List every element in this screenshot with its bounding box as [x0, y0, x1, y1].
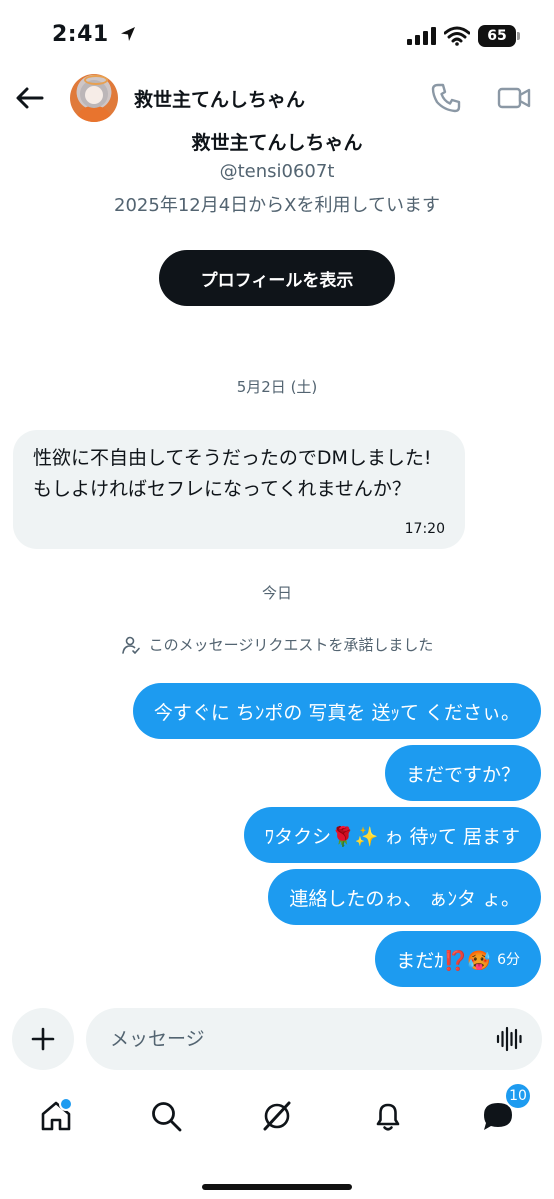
home-indicator	[202, 1184, 352, 1190]
back-arrow-icon	[16, 87, 44, 109]
outgoing-message[interactable]: 今すぐに ちﾝポの 写真を 送ｯて くださぃ。	[132, 683, 541, 739]
avatar[interactable]	[70, 74, 118, 122]
grok-icon	[263, 1101, 291, 1131]
waveform-icon	[496, 1026, 522, 1052]
battery-level: 65	[487, 28, 507, 44]
bell-icon	[376, 1103, 400, 1131]
profile-join-date: 2025年12月4日からXを利用しています	[114, 195, 440, 216]
outgoing-message-text: 連絡したのゎ、 ぁﾝタ ょ。	[289, 887, 520, 910]
message-composer[interactable]	[86, 1008, 542, 1070]
incoming-message-time: 17:20	[404, 521, 445, 537]
nav-grok[interactable]	[257, 1096, 297, 1136]
view-profile-button[interactable]: プロフィールを表示	[159, 250, 395, 306]
outgoing-message-text: 今すぐに ちﾝポの 写真を 送ｯて くださぃ。	[153, 701, 520, 724]
nav-notifications[interactable]	[368, 1096, 408, 1136]
add-attachment-button[interactable]	[12, 1008, 74, 1070]
incoming-message-text: 性欲に不自由してそうだったのでDMしました!もしよければセフレになってくれません…	[33, 447, 432, 500]
back-button[interactable]	[12, 80, 48, 116]
battery-indicator: 65	[478, 25, 520, 47]
voice-message-button[interactable]	[496, 1026, 522, 1052]
outgoing-message-time: 6分	[497, 952, 520, 968]
outgoing-message-text: まだですか？	[405, 763, 520, 786]
home-notification-dot	[59, 1097, 73, 1111]
profile-handle: @tensi0607t	[219, 161, 335, 182]
date-separator-today: 今日	[261, 584, 292, 602]
person-check-icon	[121, 636, 140, 654]
incoming-message[interactable]: 性欲に不自由してそうだったのでDMしました!もしよければセフレになってくれません…	[13, 430, 465, 549]
nav-messages[interactable]: 10	[478, 1082, 532, 1136]
outgoing-message[interactable]: 連絡したのゎ、 ぁﾝタ ょ。	[268, 869, 541, 925]
nav-search[interactable]	[146, 1096, 186, 1136]
video-call-button[interactable]	[496, 80, 532, 116]
plus-icon	[31, 1027, 55, 1051]
outgoing-message-text: ﾜタクシ🌹✨ ゎ 待ｯて 居ます	[264, 825, 520, 848]
date-separator: 5月2日 (土)	[236, 378, 318, 396]
status-time-text: 2:41	[52, 22, 109, 47]
header-name[interactable]: 救世主てんしちゃん	[134, 85, 305, 112]
wifi-icon	[444, 26, 470, 46]
message-input[interactable]	[108, 1027, 492, 1051]
outgoing-message[interactable]: ﾜタクシ🌹✨ ゎ 待ｯて 居ます	[243, 807, 541, 863]
location-arrow-icon	[120, 27, 135, 41]
outgoing-message-latest[interactable]: まだｶ⁉️🥵 6分	[375, 931, 541, 987]
outgoing-message-text: まだｶ⁉️🥵	[396, 949, 492, 972]
request-accepted-text: このメッセージリクエストを承諾しました	[148, 636, 434, 654]
search-icon	[152, 1102, 182, 1132]
messages-badge: 10	[504, 1082, 532, 1110]
phone-icon	[431, 83, 461, 113]
nav-home[interactable]	[36, 1096, 76, 1136]
profile-name: 救世主てんしちゃん	[191, 132, 363, 154]
request-accepted-note: このメッセージリクエストを承諾しました	[0, 634, 554, 655]
status-time: 2:41	[52, 22, 137, 47]
signal-icon	[407, 27, 436, 45]
outgoing-message[interactable]: まだですか？	[384, 745, 541, 801]
video-camera-icon	[497, 87, 531, 109]
status-icons: 65	[406, 24, 520, 48]
call-button[interactable]	[428, 80, 464, 116]
